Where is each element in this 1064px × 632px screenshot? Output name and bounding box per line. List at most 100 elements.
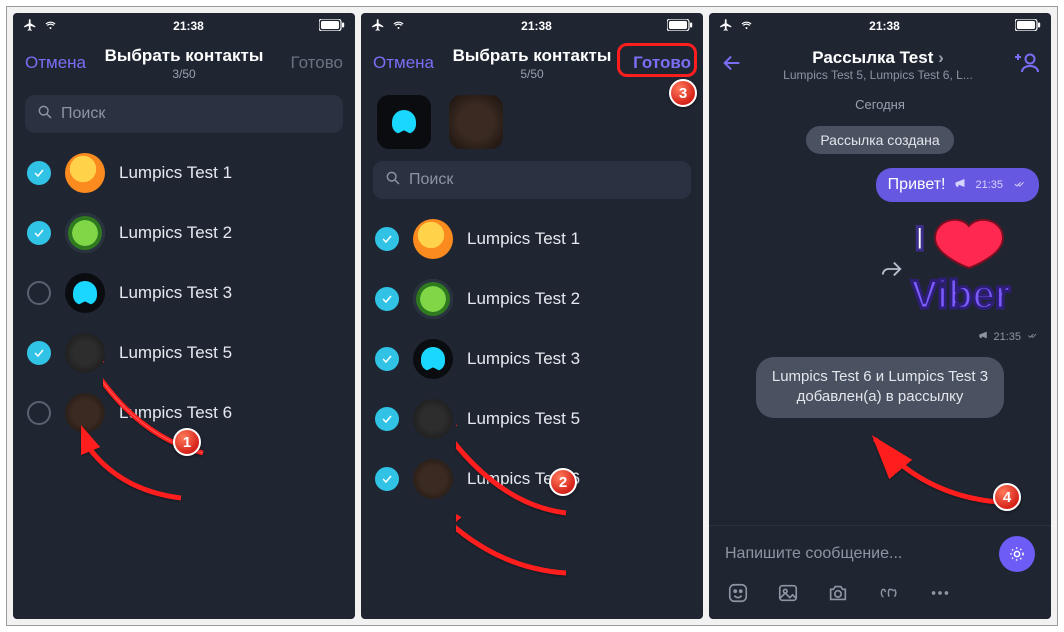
broadcast-icon	[953, 176, 967, 194]
selected-avatars-strip	[361, 87, 703, 153]
selected-avatar[interactable]	[377, 95, 431, 149]
done-button[interactable]: Готово	[291, 53, 344, 73]
chat-title: Рассылка Test	[812, 48, 933, 67]
contact-row[interactable]: Lumpics Test 3	[361, 329, 703, 389]
avatar	[65, 153, 105, 193]
system-pill-created: Рассылка создана	[806, 126, 953, 154]
contact-name: Lumpics Test 3	[467, 349, 580, 369]
contact-name: Lumpics Test 1	[119, 163, 232, 183]
contact-name: Lumpics Test 1	[467, 229, 580, 249]
checkbox[interactable]	[27, 341, 51, 365]
sticker-time: 21:35	[993, 331, 1021, 343]
day-label: Сегодня	[855, 97, 905, 112]
contact-name: Lumpics Test 6	[119, 403, 232, 423]
contact-name: Lumpics Test 6	[467, 469, 580, 489]
status-bar: 21:38	[709, 13, 1051, 39]
contact-row[interactable]: Lumpics Test 3	[13, 263, 355, 323]
broadcast-icon	[977, 330, 989, 343]
cancel-button[interactable]: Отмена	[25, 53, 86, 73]
message-time: 21:35	[975, 179, 1003, 191]
battery-icon	[319, 19, 345, 34]
checkbox[interactable]	[375, 467, 399, 491]
contact-row[interactable]: Lumpics Test 6	[13, 383, 355, 443]
search-icon	[37, 104, 53, 125]
contact-row[interactable]: Lumpics Test 2	[13, 203, 355, 263]
contact-name: Lumpics Test 5	[467, 409, 580, 429]
contact-row[interactable]: Lumpics Test 1	[13, 143, 355, 203]
add-participant-button[interactable]	[1013, 52, 1039, 79]
airplane-mode-icon	[371, 18, 385, 35]
nav-counter: 3/50	[105, 67, 264, 81]
forward-icon[interactable]	[881, 258, 903, 285]
status-time: 21:38	[173, 19, 204, 33]
search-input[interactable]: Поиск	[373, 161, 691, 199]
screen-3-broadcast-chat: 21:38 Рассылка Test › Lumpics Test 5, Lu…	[709, 13, 1051, 619]
checkbox[interactable]	[27, 221, 51, 245]
avatar	[65, 273, 105, 313]
contact-name: Lumpics Test 3	[119, 283, 232, 303]
svg-text:Viber: Viber	[911, 273, 1010, 317]
status-bar: 21:38	[361, 13, 703, 39]
nav-title: Выбрать контакты	[453, 46, 612, 66]
message-text: Привет!	[888, 176, 946, 194]
message-outgoing[interactable]: Привет! 21:35	[876, 168, 1039, 202]
avatar	[413, 279, 453, 319]
checkbox[interactable]	[27, 161, 51, 185]
avatar	[413, 339, 453, 379]
search-placeholder: Поиск	[61, 105, 105, 123]
system-pill-added: Lumpics Test 6 и Lumpics Test 3 добавлен…	[756, 357, 1004, 418]
system-line-1: Lumpics Test 6 и Lumpics Test 3	[772, 367, 988, 387]
wifi-icon	[391, 19, 406, 34]
send-voice-button[interactable]	[999, 536, 1035, 572]
status-time: 21:38	[869, 19, 900, 33]
more-icon[interactable]	[929, 582, 951, 609]
avatar	[65, 333, 105, 373]
chat-title-area[interactable]: Рассылка Test › Lumpics Test 5, Lumpics …	[753, 48, 1003, 82]
wifi-icon	[739, 19, 754, 34]
screen-2-select-contacts: 21:38 Отмена Выбрать контакты 5/50 Готов…	[361, 13, 703, 619]
nav-title: Выбрать контакты	[105, 46, 264, 66]
wifi-icon	[43, 19, 58, 34]
cancel-button[interactable]: Отмена	[373, 53, 434, 73]
search-placeholder: Поиск	[409, 171, 453, 189]
contact-row[interactable]: Lumpics Test 1	[361, 209, 703, 269]
battery-icon	[667, 19, 693, 34]
avatar	[65, 393, 105, 433]
nav-bar: Отмена Выбрать контакты 3/50 Готово	[13, 39, 355, 87]
avatar	[65, 213, 105, 253]
avatar	[413, 219, 453, 259]
sticker-picker-icon[interactable]	[727, 582, 749, 609]
svg-text:I: I	[915, 220, 924, 258]
chat-body[interactable]: Сегодня Рассылка создана Привет! 21:35	[709, 91, 1051, 525]
selected-avatar[interactable]	[449, 95, 503, 149]
checkbox[interactable]	[375, 287, 399, 311]
status-time: 21:38	[521, 19, 552, 33]
contact-row[interactable]: Lumpics Test 5	[13, 323, 355, 383]
search-input[interactable]: Поиск	[25, 95, 343, 133]
back-button[interactable]	[721, 52, 743, 79]
chat-header: Рассылка Test › Lumpics Test 5, Lumpics …	[709, 39, 1051, 91]
contact-name: Lumpics Test 2	[119, 223, 232, 243]
seen-icon	[1025, 331, 1039, 343]
camera-icon[interactable]	[827, 582, 849, 609]
screen-1-select-contacts: 21:38 Отмена Выбрать контакты 3/50 Готов…	[13, 13, 355, 619]
search-icon	[385, 170, 401, 191]
airplane-mode-icon	[719, 18, 733, 35]
checkbox[interactable]	[375, 347, 399, 371]
checkbox[interactable]	[27, 401, 51, 425]
nav-counter: 5/50	[453, 67, 612, 81]
contact-row[interactable]: Lumpics Test 2	[361, 269, 703, 329]
checkbox[interactable]	[375, 227, 399, 251]
checkbox[interactable]	[27, 281, 51, 305]
gif-icon[interactable]	[877, 582, 901, 609]
contact-name: Lumpics Test 2	[467, 289, 580, 309]
checkbox[interactable]	[375, 407, 399, 431]
avatar	[413, 459, 453, 499]
sticker-i-love-viber[interactable]: I Viber	[909, 216, 1039, 326]
gallery-icon[interactable]	[777, 582, 799, 609]
system-line-2: добавлен(а) в рассылку	[772, 387, 988, 407]
contact-row[interactable]: Lumpics Test 5	[361, 389, 703, 449]
annotation-highlight-done	[617, 43, 697, 77]
contact-row[interactable]: Lumpics Test 6	[361, 449, 703, 509]
compose-placeholder[interactable]: Напишите сообщение...	[725, 545, 902, 563]
